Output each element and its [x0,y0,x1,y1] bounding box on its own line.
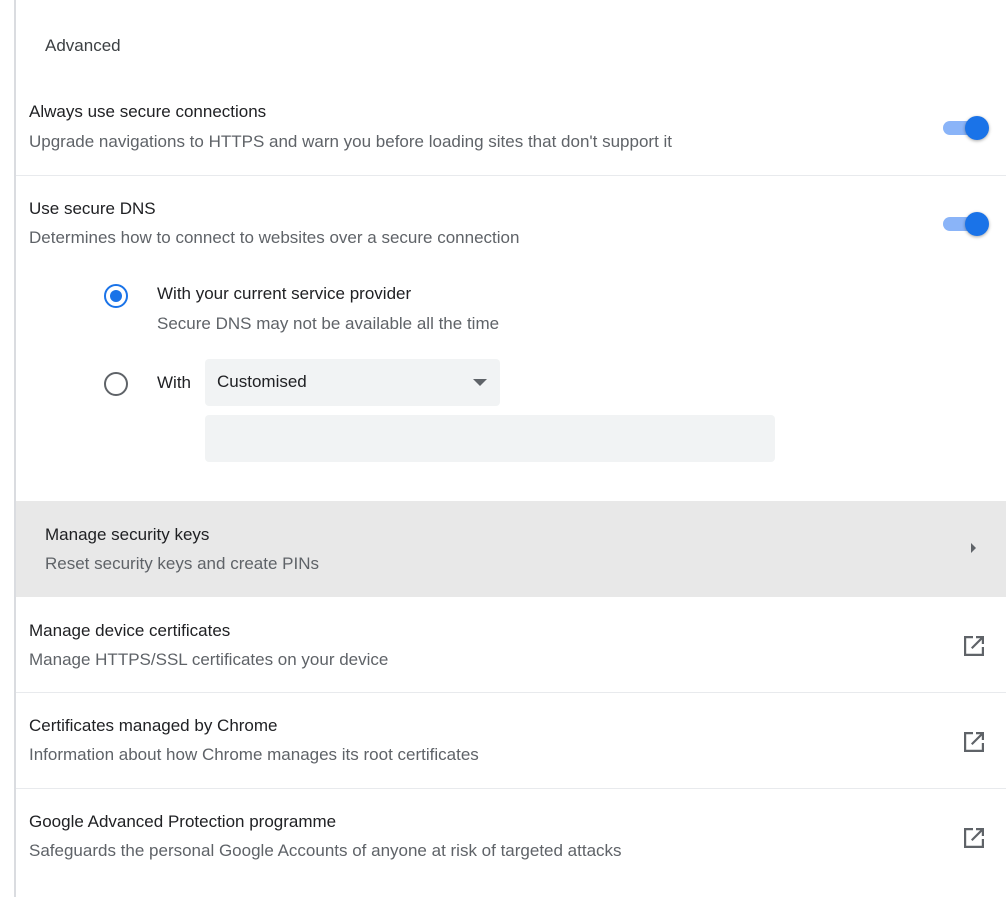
divider [16,788,1006,789]
open-in-new-icon[interactable] [962,634,986,658]
divider [16,175,1006,176]
section-title: Advanced [45,36,121,55]
dns-provider-select[interactable]: Customised [205,359,500,406]
radio-current-provider-subtitle: Secure DNS may not be available all the … [157,314,500,333]
radio-custom-provider-label[interactable]: With [157,373,191,393]
dns-provider-select-value: Customised [217,372,307,391]
chrome-certs-subtitle: Information about how Chrome manages its… [29,745,479,764]
open-in-new-icon[interactable] [962,826,986,850]
security-keys-row[interactable]: Manage security keys Reset security keys… [16,501,1006,597]
dns-row-title: Use secure DNS [29,199,156,218]
open-in-new-icon[interactable] [962,730,986,754]
custom-dns-input[interactable] [205,415,775,462]
dns-row-subtitle: Determines how to connect to websites ov… [29,228,520,247]
security-keys-title: Manage security keys [45,525,210,544]
radio-custom-provider[interactable] [104,372,128,396]
device-certs-subtitle: Manage HTTPS/SSL certificates on your de… [29,650,389,669]
chevron-right-icon[interactable] [971,543,976,553]
https-toggle[interactable] [943,112,991,142]
toggle-knob [965,212,989,236]
dropdown-arrow-icon [473,379,487,386]
chrome-certs-title: Certificates managed by Chrome [29,716,278,735]
https-row-title: Always use secure connections [29,102,267,121]
security-keys-subtitle: Reset security keys and create PINs [45,554,320,573]
device-certs-title: Manage device certificates [29,621,231,640]
divider [16,692,1006,693]
left-border [14,0,16,897]
dns-toggle[interactable] [943,208,991,238]
toggle-knob [965,116,989,140]
advanced-security-settings: Advanced Always use secure connections U… [0,0,1006,897]
radio-current-provider-label[interactable]: With your current service provider [157,284,411,304]
https-row-subtitle: Upgrade navigations to HTTPS and warn yo… [29,132,673,151]
protection-subtitle: Safeguards the personal Google Accounts … [29,841,622,860]
protection-title: Google Advanced Protection programme [29,812,337,831]
radio-current-provider[interactable] [104,284,128,308]
